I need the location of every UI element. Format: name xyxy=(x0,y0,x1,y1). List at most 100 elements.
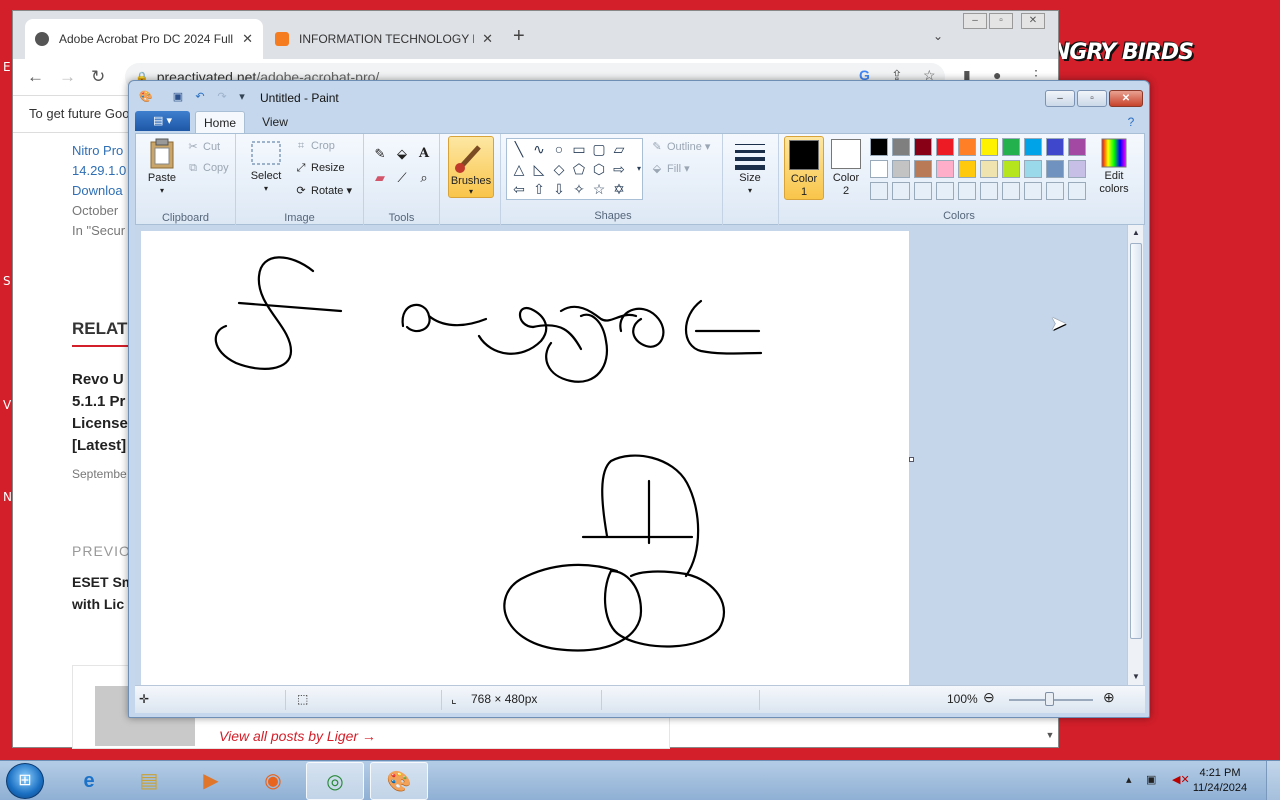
palette-swatch[interactable] xyxy=(1068,160,1086,178)
customize-qat-icon[interactable]: ▾ xyxy=(235,90,249,104)
diamond-shape-icon[interactable]: ◇ xyxy=(549,159,569,179)
rounded-rectangle-shape-icon[interactable]: ▢ xyxy=(589,139,609,159)
color-picker-icon[interactable]: ⟋ xyxy=(392,168,412,188)
palette-swatch[interactable] xyxy=(1046,160,1064,178)
cut-button[interactable]: ✂ Cut xyxy=(186,140,220,153)
palette-swatch[interactable] xyxy=(1002,138,1020,156)
palette-swatch[interactable] xyxy=(870,182,888,200)
new-tab-button[interactable]: + xyxy=(513,25,525,48)
text-tool-icon[interactable]: A xyxy=(414,144,434,164)
brushes-button[interactable]: Brushes ▾ xyxy=(448,136,494,198)
eraser-icon[interactable]: ▰ xyxy=(370,168,390,188)
palette-swatch[interactable] xyxy=(980,182,998,200)
show-desktop-button[interactable] xyxy=(1266,761,1280,800)
palette-swatch[interactable] xyxy=(892,182,910,200)
palette-swatch[interactable] xyxy=(958,160,976,178)
palette-swatch[interactable] xyxy=(936,138,954,156)
minimize-button[interactable]: – xyxy=(963,13,987,29)
close-button[interactable]: ✕ xyxy=(1109,90,1143,107)
volume-muted-icon[interactable]: ◀✕ xyxy=(1172,773,1190,786)
close-tab-icon[interactable]: ✕ xyxy=(242,31,253,47)
palette-swatch[interactable] xyxy=(892,138,910,156)
palette-swatch[interactable] xyxy=(1002,160,1020,178)
four-point-star-icon[interactable]: ✧ xyxy=(569,179,589,199)
zoom-slider-thumb[interactable] xyxy=(1045,692,1054,706)
color-1-button[interactable]: Color 1 xyxy=(784,136,824,200)
palette-swatch[interactable] xyxy=(958,138,976,156)
previous-post-title[interactable]: ESET Sm with Lic xyxy=(72,571,134,615)
all-posts-link[interactable]: View all posts by Liger → xyxy=(219,728,376,744)
color-2-button[interactable]: Color 2 xyxy=(826,136,866,200)
palette-swatch[interactable] xyxy=(1024,138,1042,156)
hexagon-shape-icon[interactable]: ⬡ xyxy=(589,159,609,179)
gallery-scroll-icon[interactable]: ▾ xyxy=(629,159,649,179)
maximize-button[interactable]: ▫ xyxy=(989,13,1013,29)
palette-swatch[interactable] xyxy=(1068,138,1086,156)
canvas-resize-handle[interactable] xyxy=(909,457,914,462)
palette-swatch[interactable] xyxy=(958,182,976,200)
zoom-in-icon[interactable]: ⊕ xyxy=(1103,689,1115,706)
palette-swatch[interactable] xyxy=(1024,160,1042,178)
file-explorer-icon[interactable]: ▤ xyxy=(120,762,178,800)
scroll-down-arrow-icon[interactable]: ▼ xyxy=(1128,669,1144,685)
palette-swatch[interactable] xyxy=(914,160,932,178)
scroll-thumb[interactable] xyxy=(1130,243,1142,639)
close-tab-icon[interactable]: ✕ xyxy=(482,31,493,47)
tray-expand-icon[interactable]: ▴ xyxy=(1126,773,1132,786)
palette-swatch[interactable] xyxy=(936,182,954,200)
media-player-icon[interactable]: ▶ xyxy=(182,762,240,800)
undo-icon[interactable]: ↶ xyxy=(193,90,207,104)
palette-swatch[interactable] xyxy=(914,182,932,200)
network-icon[interactable]: ▣ xyxy=(1146,773,1156,786)
curve-shape-icon[interactable]: ∿ xyxy=(529,139,549,159)
tab-information-technology[interactable]: INFORMATION TECHNOLOGY EX ✕ xyxy=(265,19,503,59)
rectangle-shape-icon[interactable]: ▭ xyxy=(569,139,589,159)
edit-colors-button[interactable]: Edit colors xyxy=(1092,138,1136,196)
palette-swatch[interactable] xyxy=(980,160,998,178)
line-shape-icon[interactable]: ╲ xyxy=(509,139,529,159)
internet-explorer-icon[interactable]: e xyxy=(60,762,118,800)
tab-search-chevron-icon[interactable]: ⌄ xyxy=(933,29,943,43)
palette-swatch[interactable] xyxy=(892,160,910,178)
reload-icon[interactable]: ↻ xyxy=(91,67,105,87)
related-post-title[interactable]: Revo U 5.1.1 Pr License [Latest] xyxy=(72,369,132,457)
palette-swatch[interactable] xyxy=(936,160,954,178)
vertical-scrollbar[interactable]: ▲ ▼ xyxy=(1127,225,1143,685)
polygon-shape-icon[interactable]: ▱ xyxy=(609,139,629,159)
tab-acrobat[interactable]: Adobe Acrobat Pro DC 2024 Full ✕ xyxy=(25,19,263,59)
tab-home[interactable]: Home xyxy=(195,111,245,133)
right-arrow-shape-icon[interactable]: ⇨ xyxy=(609,159,629,179)
file-menu-button[interactable]: ▤ ▾ xyxy=(135,111,190,131)
redo-icon[interactable]: ↷ xyxy=(215,90,229,104)
start-button[interactable]: ⊞ xyxy=(6,763,44,799)
six-point-star-icon[interactable]: ✡ xyxy=(609,179,629,199)
back-arrow-icon[interactable]: ← xyxy=(27,67,44,87)
left-arrow-shape-icon[interactable]: ⇦ xyxy=(509,179,529,199)
palette-swatch[interactable] xyxy=(1002,182,1020,200)
paste-button[interactable]: Paste ▾ xyxy=(142,138,182,196)
help-icon[interactable]: ? xyxy=(1121,111,1141,133)
right-triangle-shape-icon[interactable]: ◺ xyxy=(529,159,549,179)
palette-swatch[interactable] xyxy=(1046,138,1064,156)
palette-swatch[interactable] xyxy=(1068,182,1086,200)
save-icon[interactable]: ▣ xyxy=(171,90,185,104)
fill-bucket-icon[interactable]: ⬙ xyxy=(392,144,412,164)
scroll-down-arrow-icon[interactable]: ▼ xyxy=(1042,723,1058,747)
close-window-button[interactable]: ✕ xyxy=(1021,13,1045,29)
select-button[interactable]: Select ▾ xyxy=(244,140,288,194)
forward-arrow-icon[interactable]: → xyxy=(59,67,76,87)
up-arrow-shape-icon[interactable]: ⇧ xyxy=(529,179,549,199)
scroll-up-arrow-icon[interactable]: ▲ xyxy=(1128,225,1144,241)
resize-button[interactable]: ⤢ Resize xyxy=(294,162,345,175)
five-point-star-icon[interactable]: ☆ xyxy=(589,179,609,199)
palette-swatch[interactable] xyxy=(870,138,888,156)
palette-swatch[interactable] xyxy=(1046,182,1064,200)
firefox-icon[interactable]: ◉ xyxy=(244,762,302,800)
size-button[interactable]: Size ▾ xyxy=(730,140,770,196)
magnifier-icon[interactable]: ⌕ xyxy=(414,168,434,188)
oval-shape-icon[interactable]: ○ xyxy=(549,139,569,159)
copy-button[interactable]: ⧉ Copy xyxy=(186,162,229,175)
down-arrow-shape-icon[interactable]: ⇩ xyxy=(549,179,569,199)
crop-button[interactable]: ⌗ Crop xyxy=(294,140,335,153)
palette-swatch[interactable] xyxy=(914,138,932,156)
